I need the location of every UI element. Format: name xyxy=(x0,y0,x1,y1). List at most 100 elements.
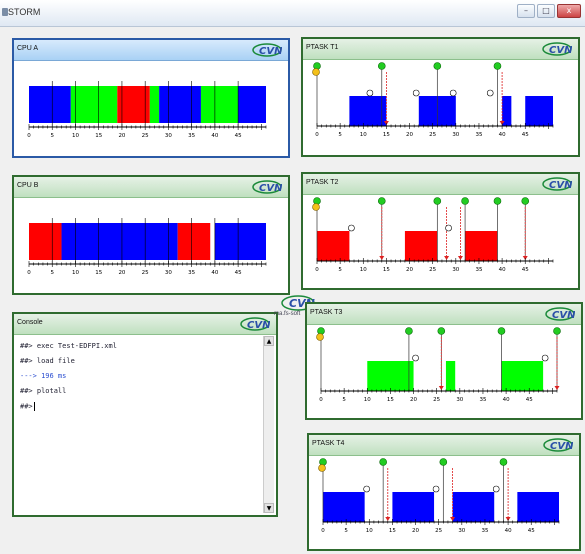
tick-label: 45 xyxy=(235,270,242,276)
tick-label: 25 xyxy=(435,528,442,534)
close-button[interactable]: x xyxy=(557,4,581,18)
svg-text:CVN: CVN xyxy=(552,310,575,321)
console-line: ---> 196 ms xyxy=(20,372,67,380)
arrival-marker-icon xyxy=(493,197,502,205)
svg-text:CVN: CVN xyxy=(247,320,270,331)
tick-label: 45 xyxy=(235,133,242,139)
text-caret xyxy=(33,402,35,411)
arrival-marker-icon xyxy=(433,62,442,70)
completion-marker-icon xyxy=(366,89,374,97)
start-marker-icon xyxy=(312,68,320,76)
tick-label: 40 xyxy=(211,270,218,276)
tick-label: 10 xyxy=(360,132,367,138)
tick-label: 15 xyxy=(387,397,394,403)
tick-label: 15 xyxy=(95,270,102,276)
job-block xyxy=(465,231,498,261)
cvn-logo-icon: CVN xyxy=(252,43,282,57)
tick-label: 25 xyxy=(433,397,440,403)
tick-label: 30 xyxy=(452,267,459,273)
execution-segment xyxy=(159,86,201,123)
start-marker-icon xyxy=(312,203,320,211)
start-marker-icon xyxy=(316,333,324,341)
scroll-up-icon[interactable]: ▲ xyxy=(264,336,274,346)
execution-segment xyxy=(29,86,71,123)
tick-label: 35 xyxy=(475,267,482,273)
tick-label: 30 xyxy=(456,397,463,403)
logo-url: ma.fs-soft xyxy=(274,311,301,317)
completion-marker-icon xyxy=(363,485,370,493)
tick-label: 15 xyxy=(95,133,102,139)
tick-label: 30 xyxy=(452,132,459,138)
execution-segment xyxy=(177,223,211,260)
console-scrollbar[interactable]: ▲ ▼ xyxy=(263,336,274,513)
execution-segment xyxy=(29,223,62,260)
scroll-down-icon[interactable]: ▼ xyxy=(264,503,274,513)
tick-label: 10 xyxy=(366,528,373,534)
tick-label: 35 xyxy=(479,397,486,403)
tick-label: 0 xyxy=(27,270,31,276)
completion-marker-icon xyxy=(445,224,452,232)
cvn-logo-icon: CVN xyxy=(252,180,282,194)
panel-title: PTASK T4 xyxy=(312,440,345,447)
tick-label: 5 xyxy=(338,267,342,273)
tick-label: 0 xyxy=(315,132,319,138)
console-header: Console CVN xyxy=(14,314,276,335)
deadline-arrow-icon xyxy=(554,386,560,390)
completion-marker-icon xyxy=(449,89,457,97)
minimize-button[interactable]: – xyxy=(517,4,535,18)
console-line: ##> plotall xyxy=(20,387,67,395)
console-line: ##> load file xyxy=(20,357,75,365)
cpu-b-panel: CPU B CVN 0 5 10 15 20 25 30 35 40 45 xyxy=(12,175,290,295)
tick-label: 0 xyxy=(319,397,323,403)
arrival-marker-icon xyxy=(377,197,386,205)
ptask-t4-panel: PTASK T4 CVN 0 5 10 15 20 25 30 35 40 45 xyxy=(307,433,581,551)
window-controls: – □ x xyxy=(517,4,581,18)
console-prompt[interactable]: ##> xyxy=(20,402,35,411)
ptask-t4-timeline: 0 5 10 15 20 25 30 35 40 45 xyxy=(318,458,560,534)
tick-label: 45 xyxy=(522,132,529,138)
tick-label: 5 xyxy=(50,270,54,276)
tick-label: 5 xyxy=(338,132,342,138)
tick-label: 35 xyxy=(481,528,488,534)
tick-label: 40 xyxy=(499,132,506,138)
job-block xyxy=(317,231,350,261)
tick-label: 20 xyxy=(406,267,413,273)
svg-text:CVN: CVN xyxy=(259,46,282,57)
arrival-marker-icon xyxy=(379,458,387,466)
tick-label: 0 xyxy=(321,528,325,534)
tick-label: 0 xyxy=(27,133,31,139)
ptask-header: PTASK T2 CVN xyxy=(303,174,578,195)
completion-marker-icon xyxy=(492,485,500,493)
completion-marker-icon xyxy=(541,354,549,362)
start-marker-icon xyxy=(318,464,326,472)
tick-label: 10 xyxy=(360,267,367,273)
tick-label: 45 xyxy=(526,397,533,403)
tick-label: 40 xyxy=(499,267,506,273)
tick-label: 10 xyxy=(364,397,371,403)
prompt-text: ##> xyxy=(20,402,33,411)
panel-title: CPU A xyxy=(17,45,39,52)
tick-label: 25 xyxy=(142,270,149,276)
panel-title: Console xyxy=(17,319,43,326)
tick-label: 15 xyxy=(383,267,390,273)
completion-marker-icon xyxy=(412,354,419,362)
console-output[interactable]: ##> exec Test-EDFPI.xml ##> load file --… xyxy=(16,336,264,513)
job-block xyxy=(501,361,544,391)
maximize-button[interactable]: □ xyxy=(537,4,555,18)
arrival-marker-icon xyxy=(439,458,448,466)
panel-title: PTASK T2 xyxy=(306,179,339,186)
arrival-marker-icon xyxy=(461,197,469,205)
job-block xyxy=(517,492,559,522)
deadline-arrow-icon xyxy=(457,256,463,260)
cvn-logo-icon: CVN xyxy=(542,177,572,191)
panel-title: PTASK T3 xyxy=(310,309,343,316)
execution-segment xyxy=(200,86,239,123)
console-line: ##> exec Test-EDFPI.xml xyxy=(20,342,117,350)
cpu-a-timeline: 0 5 10 15 20 25 30 35 40 45 xyxy=(27,81,267,139)
cvn-logo-icon: CVN xyxy=(543,438,573,452)
cpu-b-header: CPU B CVN xyxy=(14,177,288,198)
arrival-marker-icon xyxy=(405,327,413,335)
tick-label: 40 xyxy=(505,528,512,534)
deadline-arrow-icon xyxy=(444,256,450,260)
ptask-header: PTASK T1 CVN xyxy=(303,39,578,60)
